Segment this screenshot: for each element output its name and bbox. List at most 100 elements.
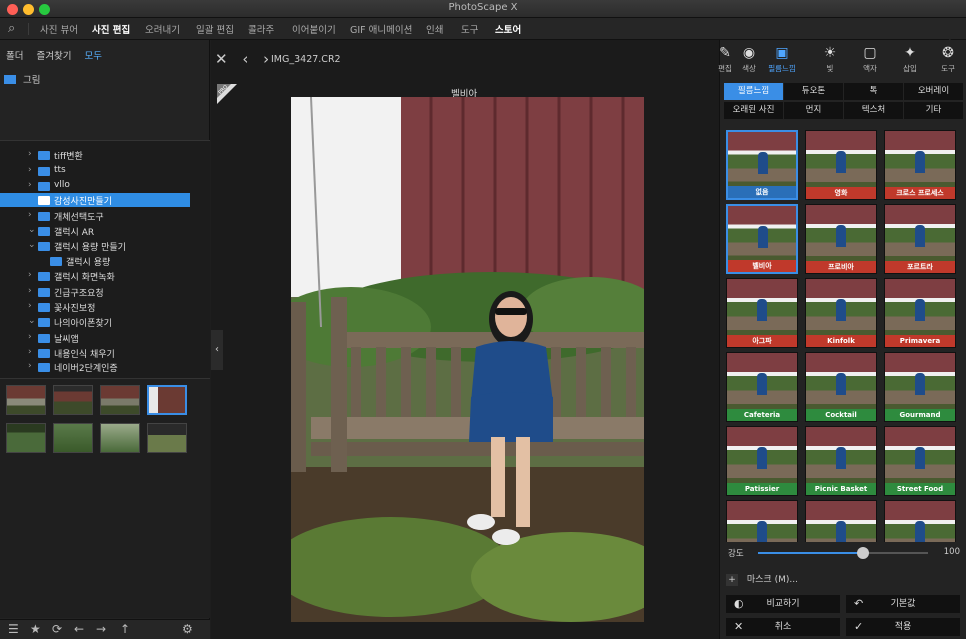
tab-tools[interactable]: 도구 <box>461 22 478 36</box>
tab-favorites[interactable]: 즐겨찾기 <box>37 51 72 62</box>
filter-thumbnail[interactable] <box>884 500 956 542</box>
tool-frame[interactable]: ▢ 액자 <box>855 44 885 74</box>
image-thumbnail[interactable] <box>53 423 93 453</box>
tab-cutout[interactable]: 오려내기 <box>145 22 180 36</box>
tool-light[interactable]: ☀ 빛 <box>815 44 845 74</box>
filter-thumbnail[interactable]: 프로비아 <box>805 204 877 274</box>
filter-thumbnail[interactable]: 아그파 <box>726 278 798 348</box>
filter-thumbnail[interactable]: 크로스 프로세스 <box>884 130 956 200</box>
intensity-slider-handle[interactable] <box>857 547 870 559</box>
filter-tab-other[interactable]: 기타 <box>904 102 963 119</box>
filter-thumbnail[interactable]: Cocktail <box>805 352 877 422</box>
filter-thumbnail[interactable]: Picnic Basket <box>805 426 877 496</box>
arrow-left-icon[interactable]: ← <box>74 622 84 636</box>
tab-batch-edit[interactable]: 일괄 편집 <box>196 22 234 36</box>
tool-label: 빛 <box>826 64 834 73</box>
tree-item-label: 긴급구조요청 <box>54 289 104 299</box>
plus-icon[interactable]: + <box>726 574 738 586</box>
filter-tab-dust[interactable]: 먼지 <box>784 102 843 119</box>
tree-item[interactable]: ⌄ 나의아이폰찾기 <box>0 315 210 329</box>
tab-photo-edit[interactable]: 사진 편집 <box>92 22 130 36</box>
tree-item-label: vllo <box>54 180 70 190</box>
refresh-icon[interactable]: ⟳ <box>52 622 62 636</box>
tool-insert[interactable]: ✦ 삽입 <box>895 44 925 74</box>
tab-combine[interactable]: 이어붙이기 <box>292 22 336 36</box>
reset-default-button[interactable]: ↶ 기본값 <box>846 595 960 613</box>
filter-thumbnail[interactable]: Street Food <box>884 426 956 496</box>
image-thumbnail[interactable] <box>100 423 140 453</box>
tree-item-selected[interactable]: 감성사진만들기 <box>0 193 190 207</box>
tool-color[interactable]: ◉ 색상 <box>734 44 764 74</box>
filter-thumbnail[interactable]: 포르트라 <box>884 204 956 274</box>
filter-thumbnail[interactable]: Primavera <box>884 278 956 348</box>
filter-thumbnail[interactable] <box>805 500 877 542</box>
filter-tab-duotone[interactable]: 듀오톤 <box>784 83 843 100</box>
search-icon[interactable]: ⌕ <box>8 21 24 37</box>
filter-tab-texture[interactable]: 텍스처 <box>844 102 903 119</box>
folder-icon <box>38 363 50 372</box>
tree-item[interactable]: ⌄ 갤럭시 용량 만들기 <box>0 239 210 253</box>
arrow-up-icon[interactable]: ↑ <box>120 622 130 636</box>
intensity-slider[interactable] <box>758 547 928 559</box>
filter-thumbnail[interactable]: 없음 <box>726 130 798 200</box>
image-thumbnail-selected[interactable] <box>147 385 187 415</box>
tab-print[interactable]: 인쇄 <box>426 22 443 36</box>
filter-tab-film[interactable]: 필름느낌 <box>724 83 783 100</box>
left-tabs: 폴더 즐겨찾기 모두 <box>6 48 112 62</box>
filter-tab-old-photo[interactable]: 오래된 사진 <box>724 102 783 119</box>
chevron-right-icon[interactable]: › <box>263 50 269 68</box>
collapse-left-panel-button[interactable]: ‹ <box>211 330 223 370</box>
tree-item[interactable]: › 네이버2단계인증 <box>0 360 210 374</box>
tool-tools[interactable]: ❂ 도구 <box>933 44 963 74</box>
tree-item[interactable]: › vllo <box>0 179 210 193</box>
image-thumbnail[interactable] <box>6 423 46 453</box>
close-icon[interactable]: ✕ <box>215 50 228 68</box>
gear-icon[interactable]: ⚙ <box>182 622 193 636</box>
chevron-left-icon[interactable]: ‹ <box>242 50 248 68</box>
image-thumbnail[interactable] <box>6 385 46 415</box>
filter-thumbnail[interactable]: 영화 <box>805 130 877 200</box>
tree-item[interactable]: › tts <box>0 164 210 178</box>
tab-store[interactable]: 스토어 <box>495 22 521 36</box>
tree-item[interactable]: 갤럭시 용량 <box>0 254 210 268</box>
tree-item[interactable]: › tiff변환 <box>0 148 210 162</box>
cancel-button[interactable]: ✕ 취소 <box>726 618 840 636</box>
thumbnail-figure <box>757 299 767 321</box>
tab-all[interactable]: 모두 <box>85 51 102 62</box>
tree-item[interactable]: › 날씨앱 <box>0 331 210 345</box>
tree-item[interactable]: › 내용인식 채우기 <box>0 346 210 360</box>
image-thumbnail[interactable] <box>100 385 140 415</box>
tab-collage[interactable]: 콜라주 <box>248 22 274 36</box>
filter-thumbnail[interactable] <box>726 500 798 542</box>
checkmark-icon: ✓ <box>854 620 864 633</box>
thumbnail-figure <box>836 521 846 542</box>
tree-item[interactable]: › 개체선택도구 <box>0 209 210 223</box>
tab-folders[interactable]: 폴더 <box>6 51 23 62</box>
tree-item[interactable]: › 갤럭시 화면녹화 <box>0 269 210 283</box>
mask-row[interactable]: + 마스크 (M)... <box>726 572 798 586</box>
image-navigation: ✕ ‹ › <box>215 50 279 68</box>
star-icon[interactable]: ★ <box>30 622 41 636</box>
edited-photo[interactable] <box>291 97 644 622</box>
sun-icon: ☀ <box>823 45 837 61</box>
filter-tab-tok[interactable]: 톡 <box>844 83 903 100</box>
filter-tab-overlay[interactable]: 오버레이 <box>904 83 963 100</box>
menu-icon[interactable]: ☰ <box>8 622 19 636</box>
root-folder[interactable]: 그림 <box>4 72 41 86</box>
tree-item[interactable]: ⌄ 갤럭시 AR <box>0 224 210 238</box>
filter-thumbnail[interactable]: Cafeteria <box>726 352 798 422</box>
tab-gif-animation[interactable]: GIF 애니메이션 <box>350 22 412 36</box>
tree-item[interactable]: › 꽃사진보정 <box>0 300 210 314</box>
image-thumbnail[interactable] <box>147 423 187 453</box>
apply-button[interactable]: ✓ 적용 <box>846 618 960 636</box>
arrow-right-icon[interactable]: → <box>96 622 106 636</box>
tab-photo-viewer[interactable]: 사진 뷰어 <box>40 22 78 36</box>
filter-thumbnail[interactable]: Gourmand <box>884 352 956 422</box>
tree-item[interactable]: › 긴급구조요청 <box>0 285 210 299</box>
filter-thumbnail[interactable]: Kinfolk <box>805 278 877 348</box>
image-thumbnail[interactable] <box>53 385 93 415</box>
compare-button[interactable]: ◐ 비교하기 <box>726 595 840 613</box>
filter-thumbnail[interactable]: Patissier <box>726 426 798 496</box>
tool-film[interactable]: ▣ 필름느낌 <box>767 44 797 74</box>
filter-thumbnail[interactable]: 벨비아 <box>726 204 798 274</box>
